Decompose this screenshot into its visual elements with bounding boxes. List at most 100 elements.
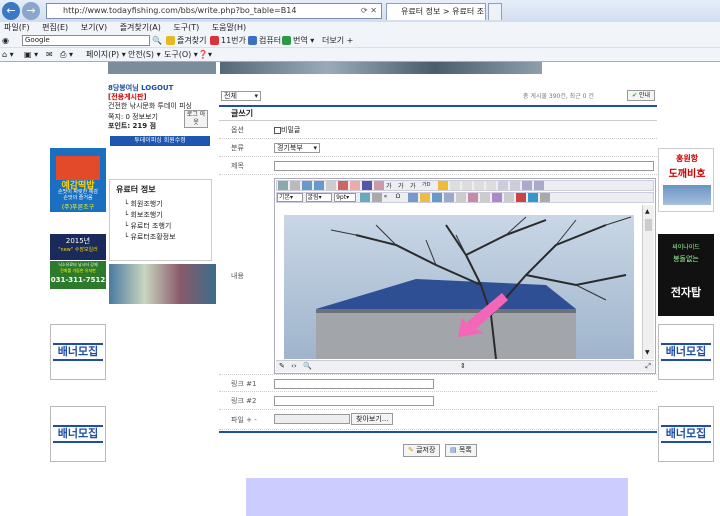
indent-icon[interactable] xyxy=(522,181,532,190)
banner-fishing-spot[interactable]: 낙소유료터 낚시터 강제 진화를 거듭한 유지판 031-311-7512 xyxy=(50,261,106,289)
font-color-icon[interactable]: 가 xyxy=(386,181,396,190)
align-center-icon[interactable] xyxy=(462,181,472,190)
emoticon-icon[interactable] xyxy=(419,193,430,202)
strike-icon[interactable]: 가D xyxy=(422,181,436,190)
highlight-icon[interactable] xyxy=(438,181,448,190)
scroll-up-icon[interactable]: ▲ xyxy=(645,208,650,215)
logout-button[interactable]: 로그 아웃 xyxy=(184,110,208,128)
align-right-icon[interactable] xyxy=(474,181,484,190)
search-input[interactable]: Google xyxy=(22,35,150,46)
flash-icon[interactable] xyxy=(443,193,454,202)
member-edit-button[interactable]: 투데이피싱 회원수정 xyxy=(110,136,210,146)
editor-content[interactable] xyxy=(276,205,642,359)
font-size-select[interactable]: 9pt▾ xyxy=(334,193,357,202)
category-filter-select[interactable]: 전체 ▾ xyxy=(221,91,261,101)
back-button[interactable]: ← xyxy=(2,2,20,20)
new-doc-icon[interactable] xyxy=(290,181,300,190)
edit-mode-icon[interactable]: ✎ xyxy=(279,362,285,370)
unlink-icon[interactable] xyxy=(371,193,382,202)
sourcecode-icon[interactable] xyxy=(491,193,502,202)
safety-menu[interactable]: 안전(S) ▾ xyxy=(128,48,161,62)
file-icon[interactable] xyxy=(467,193,478,202)
banner-dokkaebi[interactable]: 홍원항 도깨비호 xyxy=(658,148,714,212)
paste-icon[interactable] xyxy=(362,181,372,190)
info-link[interactable]: 정보보기 xyxy=(132,113,158,121)
more-item[interactable]: 더보기 + xyxy=(322,34,353,47)
tab-active[interactable]: 유료터 정보 > 유료터 조행... xyxy=(386,3,486,20)
side-menu-item-4[interactable]: └ 유료터조황정보 xyxy=(116,232,205,243)
side-menu-item-1[interactable]: └ 회원조행기 xyxy=(116,199,205,210)
favorites-item[interactable]: 즐겨찾기 xyxy=(166,34,206,47)
banner-recruit-right-1[interactable]: 배너모집 xyxy=(658,324,714,380)
font-face-select[interactable]: 굴림▾ xyxy=(305,193,332,202)
link1-input[interactable] xyxy=(274,379,434,389)
align-left-icon[interactable] xyxy=(450,181,460,190)
banner-recruit-left-2[interactable]: 배너모집 xyxy=(50,406,106,462)
quote-icon[interactable]: « xyxy=(384,193,394,202)
menu-tools[interactable]: 도구(T) xyxy=(173,23,199,32)
menu-help[interactable]: 도움말(H) xyxy=(212,23,246,32)
remove-file-icon[interactable]: - xyxy=(254,416,257,424)
redo-icon[interactable] xyxy=(314,181,324,190)
menu-file[interactable]: 파일(F) xyxy=(4,23,30,32)
mail-icon[interactable]: ✉ xyxy=(46,48,53,62)
info-button[interactable]: ✔ 안내 xyxy=(627,90,655,101)
subject-input[interactable] xyxy=(274,161,654,171)
scroll-thumb[interactable] xyxy=(645,219,652,231)
outdent-icon[interactable] xyxy=(534,181,544,190)
bold-icon[interactable]: 가 xyxy=(398,181,408,190)
link-icon[interactable] xyxy=(359,193,370,202)
left-photo-banner[interactable] xyxy=(109,264,216,304)
format-icon[interactable] xyxy=(374,181,384,190)
undo-icon[interactable] xyxy=(302,181,312,190)
link2-input[interactable] xyxy=(274,396,434,406)
banner-boiler[interactable]: 2015년 "new" 수장보일러 xyxy=(50,234,106,260)
submit-button[interactable]: ✎ 글저장 xyxy=(403,444,441,457)
banner-recruit-right-2[interactable]: 배너모집 xyxy=(658,406,714,462)
browse-button[interactable]: 찾아보기... xyxy=(351,413,394,425)
style-select[interactable]: 기본▾ xyxy=(277,193,303,202)
preview-mode-icon[interactable]: 🔍 xyxy=(303,362,312,370)
menu-view[interactable]: 보기(V) xyxy=(81,23,107,32)
expand-icon[interactable]: ⤢ xyxy=(645,361,651,371)
print-icon[interactable] xyxy=(278,181,288,190)
search-icon[interactable]: 🔍 xyxy=(152,34,162,47)
media-icon[interactable] xyxy=(455,193,466,202)
category-select[interactable]: 경기북부 ▾ xyxy=(274,143,320,153)
editor-scrollbar[interactable]: ▲ ▼ xyxy=(642,205,654,359)
translate-item[interactable]: 번역 ▾ xyxy=(282,34,314,47)
menu-favorites[interactable]: 즐겨찾기(A) xyxy=(120,23,161,32)
board-label[interactable]: [전용게시판] xyxy=(108,93,216,102)
home-icon[interactable]: ⌂ ▾ xyxy=(2,48,14,62)
html-mode-icon[interactable]: ‹› xyxy=(291,362,297,370)
banner-recruit-left-1[interactable]: 배너모집 xyxy=(50,324,106,380)
scroll-down-icon[interactable]: ▼ xyxy=(645,349,650,356)
ordered-list-icon[interactable] xyxy=(510,181,520,190)
delete-icon[interactable] xyxy=(338,181,348,190)
resize-handle-icon[interactable]: ⇕ xyxy=(460,361,466,371)
side-menu-item-3[interactable]: └ 유료터 조행기 xyxy=(116,221,205,232)
list-icon[interactable] xyxy=(498,181,508,190)
print-icon[interactable]: ⎙ ▾ xyxy=(60,48,73,62)
menu-edit[interactable]: 편집(E) xyxy=(42,23,68,32)
feed-icon[interactable]: ▣ ▾ xyxy=(24,48,38,62)
login-user[interactable]: 8당봉여님 LOGOUT xyxy=(108,84,216,93)
tools-menu[interactable]: 도구(O) ▾ xyxy=(164,48,198,62)
image-icon[interactable] xyxy=(431,193,442,202)
refresh-icon[interactable]: ⟳ ✕ xyxy=(361,4,377,18)
secret-checkbox[interactable] xyxy=(274,126,281,134)
hr-icon[interactable] xyxy=(479,193,490,202)
add-file-icon[interactable]: + xyxy=(246,416,252,424)
cut-icon[interactable] xyxy=(326,181,336,190)
banner-jeonjatap[interactable]: 싸이나이드 봉돌없는 전자탑 xyxy=(658,234,714,316)
play-icon[interactable] xyxy=(527,193,538,202)
omega-icon[interactable]: Ω xyxy=(396,193,406,202)
secret-option[interactable]: 비밀글 xyxy=(274,125,300,135)
new-tab-button[interactable] xyxy=(488,3,502,20)
address-bar[interactable]: http://www.todayfishing.com/bbs/write.ph… xyxy=(46,3,382,19)
forward-button[interactable]: → xyxy=(22,2,40,20)
preview-icon[interactable] xyxy=(503,193,514,202)
side-menu-item-2[interactable]: └ 회보조행기 xyxy=(116,210,205,221)
file-path-input[interactable] xyxy=(274,414,350,424)
fullscreen-icon[interactable] xyxy=(539,193,550,202)
